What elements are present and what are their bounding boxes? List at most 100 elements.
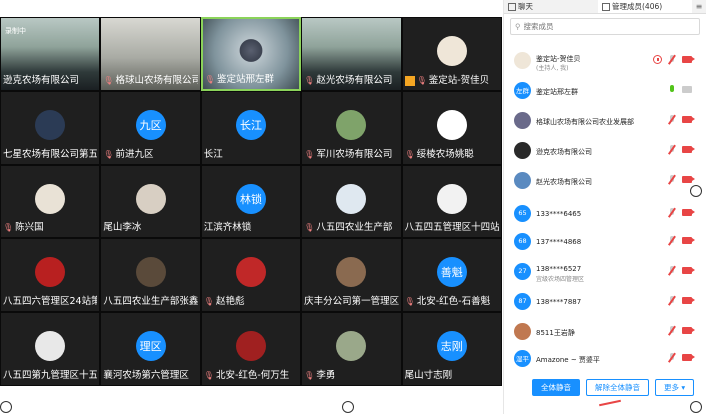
member-name: 137****4868 xyxy=(536,238,582,246)
mic-on-icon[interactable] xyxy=(668,85,676,94)
mic-icon: 🎙 xyxy=(304,223,315,233)
panel-menu-icon[interactable]: ≡ xyxy=(692,0,706,13)
participant-tile[interactable]: 🎙 绥棱农场姚聪 xyxy=(401,90,502,165)
participant-tile[interactable]: 八五四第九管理区十五... xyxy=(0,312,101,386)
member-controls xyxy=(668,85,692,94)
host-badge-icon xyxy=(404,75,415,86)
participant-name-text: 襄河农场第六管理区 xyxy=(103,369,189,381)
participant-tile[interactable]: 林锁 江滨齐林锁 xyxy=(200,164,302,239)
participant-tile[interactable]: 🎙 军川农场有限公司 xyxy=(301,90,402,165)
camera-off-icon[interactable] xyxy=(682,209,695,216)
participant-tile[interactable]: 🎙 八五四农业生产部 xyxy=(301,164,402,239)
participant-tile[interactable]: 🎙 鉴定站-贺佳贝 xyxy=(401,17,502,91)
participant-name-text: 赵光农场有限公司 xyxy=(316,74,393,86)
member-row[interactable]: 逊克农场有限公司 xyxy=(504,136,706,164)
camera-off-icon[interactable] xyxy=(682,267,695,274)
participant-name-text: 赵艳彪 xyxy=(215,296,245,308)
participant-tile[interactable]: 庆丰分公司第一管理区... xyxy=(301,238,402,313)
member-name: 8511王岩静 xyxy=(536,329,575,337)
camera-off-icon[interactable] xyxy=(682,176,695,183)
member-row[interactable]: 格球山农场有限公司农业发展部 xyxy=(504,106,706,134)
mic-muted-icon[interactable] xyxy=(668,145,676,154)
mic-muted-icon[interactable] xyxy=(668,236,676,245)
participant-tile[interactable]: 善魁 🎙 北安-红色-石善魁 xyxy=(401,238,502,313)
member-row[interactable]: 鉴定站-贺佳贝 (主持人, 我) xyxy=(504,46,706,74)
selection-handle-bottom-center[interactable] xyxy=(342,401,354,413)
camera-off-icon[interactable] xyxy=(682,327,695,334)
member-row[interactable]: 27 138****6527 宜级农场四管理区 xyxy=(504,257,706,285)
participant-avatar xyxy=(235,257,266,288)
participant-name: 🎙 鉴定站-贺佳贝 xyxy=(404,74,499,88)
member-row[interactable]: 左群 鉴定站邢左群 xyxy=(504,76,706,104)
participant-tile[interactable]: 理区 襄河农场第六管理区 xyxy=(100,312,201,386)
mic-muted-icon[interactable] xyxy=(668,55,676,64)
participant-name-text: 北安-红色-石善魁 xyxy=(416,296,491,308)
participant-name: 八五四第九管理区十五... xyxy=(3,369,97,383)
mic-muted-icon[interactable] xyxy=(668,175,676,184)
participant-tile[interactable]: 🎙 赵光农场有限公司 xyxy=(301,17,402,91)
participant-tile[interactable]: 八五四农业生产部张鑫 xyxy=(100,238,201,313)
participant-name-text: 鉴定站邢左群 xyxy=(216,73,274,85)
camera-off-icon[interactable] xyxy=(682,56,695,63)
participant-tile[interactable]: 🎙格球山农场有限公司... xyxy=(100,17,201,91)
participant-tile[interactable]: 七星农场有限公司第五... xyxy=(0,90,101,165)
member-row[interactable]: 65 133****6465 xyxy=(504,199,706,227)
mic-icon: 🎙 xyxy=(304,75,315,85)
participant-tile[interactable]: 尾山李冰 xyxy=(100,164,201,239)
participant-tile[interactable]: 🎙 李勇 xyxy=(301,312,402,386)
mute-all-button[interactable]: 全体静音 xyxy=(532,378,580,396)
mic-muted-icon[interactable] xyxy=(668,115,676,124)
camera-off-icon[interactable] xyxy=(682,116,695,123)
participant-name: 江滨齐林锁 xyxy=(204,221,298,235)
mic-icon: 🎙 xyxy=(203,370,214,380)
camera-off-icon[interactable] xyxy=(682,297,695,304)
camera-off-icon[interactable] xyxy=(682,237,695,244)
participant-tile[interactable]: 🎙 北安-红色-何万生 xyxy=(200,312,302,386)
selection-handle-right-middle[interactable] xyxy=(690,185,702,197)
camera-off-icon[interactable] xyxy=(682,146,695,153)
participant-name: 长江 xyxy=(204,148,298,162)
member-controls xyxy=(668,175,695,184)
member-row[interactable]: 湿平 Amazone ~ 贾婆平 xyxy=(504,344,706,372)
mic-muted-icon[interactable] xyxy=(668,353,676,362)
mic-muted-icon[interactable] xyxy=(668,208,676,217)
mic-icon: 🎙 xyxy=(3,223,14,233)
member-row[interactable]: 68 137****4868 xyxy=(504,227,706,255)
mic-muted-icon[interactable] xyxy=(668,296,676,305)
participant-name: 襄河农场第六管理区 xyxy=(103,369,197,383)
participant-tile[interactable]: 九区 🎙 前进九区 xyxy=(100,90,201,165)
participant-tile[interactable]: 录制中 逊克农场有限公司 xyxy=(0,17,101,91)
selection-handle-bottom-right[interactable] xyxy=(690,401,702,413)
participant-name: 尾山李冰 xyxy=(103,221,197,235)
participant-tile[interactable]: 长江 长江 xyxy=(200,90,302,165)
participant-name-text: 八五四第九管理区十五... xyxy=(3,369,98,381)
participant-avatar xyxy=(336,109,367,140)
selection-handle-bottom-left[interactable] xyxy=(0,401,12,413)
participant-tile[interactable]: 🎙 赵艳彪 xyxy=(200,238,302,313)
tab-chat[interactable]: 聊天 xyxy=(504,0,598,13)
participant-avatar xyxy=(35,183,66,214)
participant-name-text: 八五四农业生产部张鑫 xyxy=(103,296,198,308)
chat-icon xyxy=(508,2,516,11)
mic-muted-icon[interactable] xyxy=(668,326,676,335)
participant-tile[interactable]: 八五四六管理区24站策帅 xyxy=(0,238,101,313)
member-controls xyxy=(668,115,695,124)
participant-tile[interactable]: 🎙 鉴定站邢左群 xyxy=(200,17,302,91)
member-row[interactable]: 8511王岩静 xyxy=(504,317,706,345)
participant-tile[interactable]: 志刚 尾山寸志刚 xyxy=(401,312,502,386)
member-row[interactable]: 赵光农场有限公司 xyxy=(504,166,706,194)
more-button[interactable]: 更多 ▾ xyxy=(655,378,695,396)
member-controls xyxy=(668,326,695,335)
unmute-all-button[interactable]: 解除全体静音 xyxy=(586,378,649,396)
participant-name: 🎙 李勇 xyxy=(304,369,398,383)
mic-muted-icon[interactable] xyxy=(668,266,676,275)
tab-members[interactable]: 管理成员(406) xyxy=(598,0,692,13)
camera-off-icon[interactable] xyxy=(682,86,692,93)
search-input[interactable] xyxy=(523,22,674,31)
participant-name: 🎙 军川农场有限公司 xyxy=(304,148,398,162)
participant-tile[interactable]: 🎙 陈兴国 xyxy=(0,164,101,239)
member-row[interactable]: 87 138****7887 xyxy=(504,287,706,315)
participant-avatar xyxy=(135,257,166,288)
camera-off-icon[interactable] xyxy=(682,354,695,361)
participant-tile[interactable]: 八五四五管理区十四站... xyxy=(401,164,502,239)
